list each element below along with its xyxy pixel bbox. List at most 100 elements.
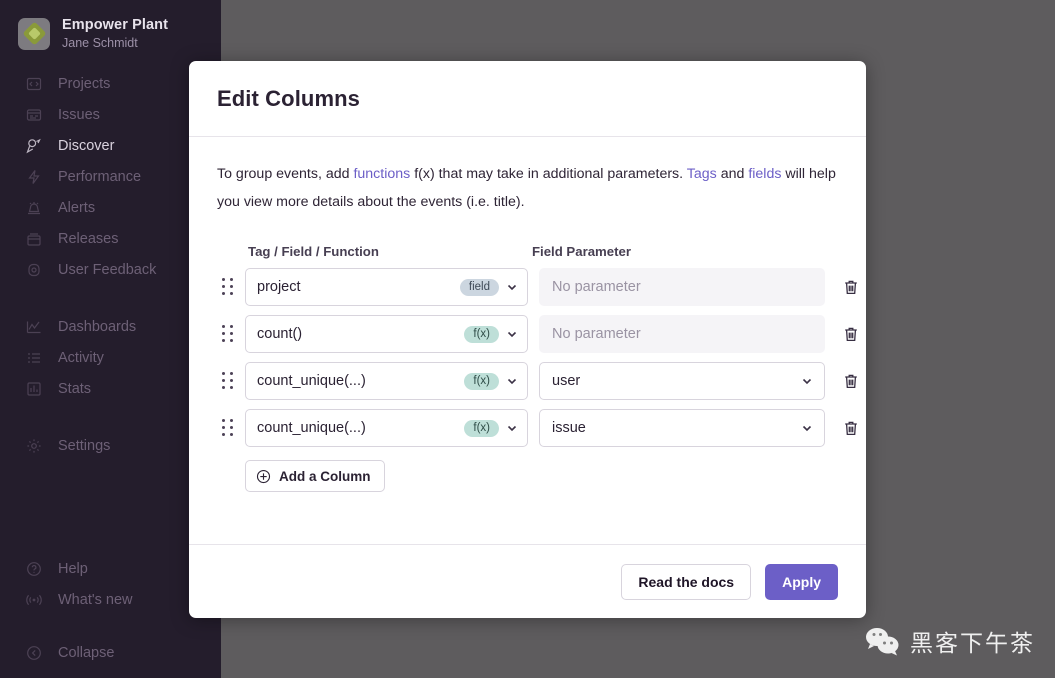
drag-handle-icon[interactable] (217, 414, 239, 442)
sidebar-item-label: Discover (58, 137, 115, 154)
parameter-value: issue (552, 420, 586, 437)
delete-row-button[interactable] (836, 319, 866, 349)
collapse-icon (26, 645, 42, 661)
sidebar-item-dashboards[interactable]: Dashboards (0, 311, 221, 342)
sidebar-item-settings[interactable]: Settings (0, 430, 221, 461)
chevron-down-icon (505, 328, 519, 340)
tag-field-function-select[interactable]: count_unique(...) f(x) (245, 362, 528, 401)
sidebar-item-issues[interactable]: Issues (0, 99, 221, 130)
sidebar-item-label: Alerts (58, 199, 96, 216)
type-badge: f(x) (464, 325, 499, 344)
chevron-down-icon (800, 375, 814, 387)
sidebar-item-collapse[interactable]: Collapse (0, 637, 221, 668)
sidebar-item-label: Releases (58, 230, 119, 247)
sidebar-item-label: Issues (58, 106, 100, 123)
modal-header: Edit Columns (189, 61, 866, 137)
parameter-value: user (552, 373, 581, 390)
drag-handle-icon[interactable] (217, 273, 239, 301)
whats-new-icon (26, 592, 42, 608)
delete-row-button[interactable] (836, 366, 866, 396)
sidebar-item-activity[interactable]: Activity (0, 342, 221, 373)
sidebar-item-user-feedback[interactable]: User Feedback (0, 254, 221, 285)
column-row: count_unique(...) f(x) user (217, 362, 857, 401)
intro-text-1: To group events, add (217, 166, 354, 182)
add-a-column-label: Add a Column (279, 468, 371, 484)
drag-handle-icon[interactable] (217, 320, 239, 348)
tag-field-function-select[interactable]: count_unique(...) f(x) (245, 409, 528, 448)
column-row: count_unique(...) f(x) issue (217, 409, 857, 448)
functions-link[interactable]: functions (353, 166, 410, 182)
field-parameter-input: No parameter (539, 268, 825, 307)
performance-icon (26, 169, 42, 185)
edit-columns-modal: Edit Columns To group events, add functi… (189, 61, 866, 618)
sidebar-item-label: Settings (58, 437, 111, 454)
chevron-down-icon (505, 375, 519, 387)
sidebar-item-label: Help (58, 560, 88, 577)
alerts-icon (26, 200, 42, 216)
user-feedback-icon (26, 262, 42, 278)
releases-icon (26, 231, 42, 247)
column-row: count() f(x) No parameter (217, 315, 857, 354)
sidebar-item-label: Projects (58, 75, 111, 92)
sidebar-item-alerts[interactable]: Alerts (0, 192, 221, 223)
watermark-text: 黑客下午茶 (910, 631, 1035, 657)
delete-row-button[interactable] (836, 413, 866, 443)
fields-link[interactable]: fields (748, 166, 781, 182)
sidebar-item-label: Performance (58, 168, 142, 185)
parameter-value: No parameter (552, 326, 641, 343)
page-title: Edit Columns (217, 85, 360, 111)
nav-group-primary: Projects Issues Discover Performance Ale… (0, 68, 221, 285)
intro-text-3: and (716, 166, 749, 182)
sidebar-item-label: Stats (58, 380, 92, 397)
wechat-icon (865, 626, 899, 656)
chevron-down-icon (505, 422, 519, 434)
field-parameter-select[interactable]: issue (539, 409, 825, 448)
modal-description: To group events, add functions f(x) that… (217, 161, 838, 216)
sidebar-item-stats[interactable]: Stats (0, 373, 221, 404)
sidebar-item-label: Dashboards (58, 318, 137, 335)
issues-icon (26, 107, 42, 123)
nav-group-settings: Settings (0, 430, 221, 461)
type-badge: field (459, 278, 499, 297)
activity-icon (26, 350, 42, 366)
sidebar-item-releases[interactable]: Releases (0, 223, 221, 254)
apply-button[interactable]: Apply (765, 563, 838, 600)
org-name: Empower Plant (62, 17, 169, 33)
nav-group-help: Help What's new (0, 553, 221, 615)
tags-link[interactable]: Tags (687, 166, 717, 182)
parameter-value: No parameter (552, 279, 641, 296)
nav-group-collapse: Collapse (0, 637, 221, 668)
select-value: count_unique(...) (257, 373, 366, 390)
column-row: project field No parameter (217, 268, 857, 307)
nav-group-secondary: Dashboards Activity Stats (0, 311, 221, 404)
org-header[interactable]: Empower Plant Jane Schmidt (0, 0, 221, 50)
sidebar-item-label: Activity (58, 349, 104, 366)
delete-row-button[interactable] (836, 272, 866, 302)
field-parameter-select[interactable]: user (539, 362, 825, 401)
add-a-column-button[interactable]: Add a Column (245, 460, 385, 493)
read-the-docs-button[interactable]: Read the docs (621, 563, 752, 600)
dashboards-icon (26, 319, 42, 335)
stats-icon (26, 381, 42, 397)
tag-field-function-select[interactable]: count() f(x) (245, 315, 528, 354)
sidebar-item-projects[interactable]: Projects (0, 68, 221, 99)
sidebar-bottom: Help What's new Collapse (0, 535, 221, 678)
modal-footer: Read the docs Apply (189, 544, 866, 618)
sidebar-item-whats-new[interactable]: What's new (0, 584, 221, 615)
sidebar-item-discover[interactable]: Discover (0, 130, 221, 161)
sidebar-item-label: What's new (58, 591, 133, 608)
header-field-parameter: Field Parameter (532, 244, 631, 260)
select-value: count_unique(...) (257, 420, 366, 437)
modal-body: To group events, add functions f(x) that… (189, 137, 866, 544)
type-badge: f(x) (464, 419, 499, 438)
sidebar-item-label: User Feedback (58, 261, 157, 278)
discover-icon (26, 138, 42, 154)
sidebar-item-performance[interactable]: Performance (0, 161, 221, 192)
watermark: 黑客下午茶 (865, 624, 1035, 658)
help-icon (26, 561, 42, 577)
sidebar-item-help[interactable]: Help (0, 553, 221, 584)
drag-handle-icon[interactable] (217, 367, 239, 395)
select-value: count() (257, 326, 303, 343)
tag-field-function-select[interactable]: project field (245, 268, 528, 307)
chevron-down-icon (800, 422, 814, 434)
